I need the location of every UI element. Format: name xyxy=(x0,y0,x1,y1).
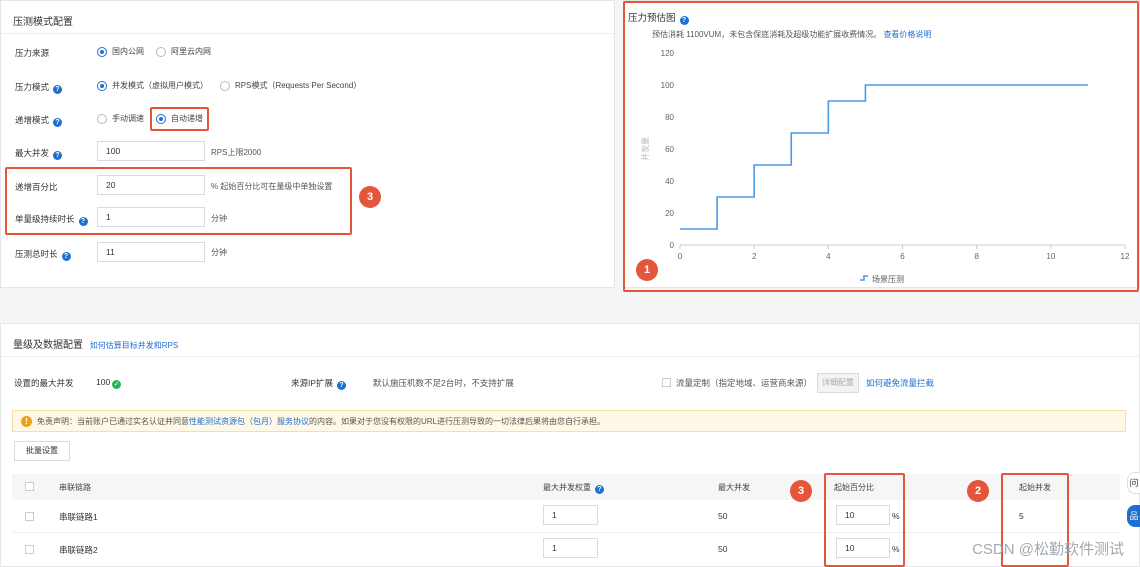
select-all-checkbox[interactable] xyxy=(25,482,34,491)
total-duration-label: 压测总时长? xyxy=(15,248,71,261)
total-duration-input[interactable]: 11 xyxy=(97,242,205,262)
annotation-badge-3: 3 xyxy=(790,480,812,502)
pressure-config-panel: 压测模式配置 压力来源 国内公网 阿里云内网 压力模式? 并发模式（虚拟用户模式… xyxy=(0,0,615,288)
help-icon[interactable]: ? xyxy=(53,151,63,160)
row-max-value: 50 xyxy=(718,544,728,554)
help-icon[interactable]: ? xyxy=(53,118,63,127)
row-divider xyxy=(12,532,1120,533)
disclaimer-notice: ! 免责声明：当前账户已通过实名认证并同意性能测试资源包（包月）服务协议的内容。… xyxy=(12,410,1126,432)
detail-config-button[interactable]: 详细配置 xyxy=(817,373,859,393)
row-max-value: 50 xyxy=(718,511,728,521)
annotation-badge-2: 2 xyxy=(967,480,989,502)
flow-custom-checkbox[interactable] xyxy=(662,378,671,387)
radio-checked-icon xyxy=(97,80,107,91)
mode-option-concurrency[interactable]: 并发模式（虚拟用户模式） xyxy=(97,80,208,91)
set-max-concurrency-value: 100 ✓ xyxy=(96,377,122,389)
estimate-target-link[interactable]: 如何估算目标并发和RPS xyxy=(90,341,178,350)
side-app-tab[interactable]: 品 xyxy=(1127,505,1140,527)
highlight-box-estimate xyxy=(623,1,1139,292)
help-icon[interactable]: ? xyxy=(337,381,347,390)
source-label: 压力来源 xyxy=(15,48,50,58)
help-icon[interactable]: ? xyxy=(53,85,63,94)
row-checkbox[interactable] xyxy=(25,512,34,521)
row-weight-input[interactable]: 1 xyxy=(543,538,598,558)
ramp-label: 递增模式? xyxy=(15,114,63,127)
radio-unchecked-icon xyxy=(156,46,166,57)
row-weight-input[interactable]: 1 xyxy=(543,505,598,525)
batch-settings-button[interactable]: 批量设置 xyxy=(14,441,70,461)
ramp-option-manual[interactable]: 手动调速 xyxy=(97,113,144,124)
annotation-badge-1: 1 xyxy=(636,259,658,281)
annotation-badge-3: 3 xyxy=(359,186,381,208)
level-config-panel: 量级及数据配置 如何估算目标并发和RPS xyxy=(0,323,1140,567)
highlight-box-auto-ramp xyxy=(150,107,209,131)
highlight-box-start-percent xyxy=(824,473,905,567)
help-icon[interactable]: ? xyxy=(595,485,604,494)
column-header-max: 最大并发 xyxy=(718,483,750,492)
row-chain-name: 串联链路2 xyxy=(59,545,98,555)
highlight-box-ramp-settings xyxy=(5,167,352,235)
ip-expand-label: 来源IP扩展? xyxy=(291,377,347,390)
divider xyxy=(1,356,1139,357)
radio-checked-icon xyxy=(97,46,107,57)
max-concurrency-label: 最大并发? xyxy=(15,147,63,160)
watermark: CSDN @松勤软件测试 xyxy=(972,541,1124,558)
column-header-chain: 串联链路 xyxy=(59,483,91,492)
pressure-config-title: 压测模式配置 xyxy=(13,17,73,28)
set-max-concurrency-label: 设置的最大并发 xyxy=(14,378,74,388)
ip-expand-text: 默认施压机数不足2台时，不支持扩展 xyxy=(373,378,514,388)
total-duration-hint: 分钟 xyxy=(211,248,227,257)
help-icon[interactable]: ? xyxy=(61,252,71,261)
column-header-weight: 最大并发权重? xyxy=(543,482,604,494)
level-config-title: 量级及数据配置 如何估算目标并发和RPS xyxy=(13,340,179,351)
radio-unchecked-icon xyxy=(97,113,107,124)
max-concurrency-hint: RPS上限2000 xyxy=(211,148,262,157)
row-checkbox[interactable] xyxy=(25,545,34,554)
flow-custom-label: 流量定制（指定地域、运营商来源） xyxy=(676,378,813,388)
row-chain-name: 串联链路1 xyxy=(59,512,98,522)
max-concurrency-input[interactable]: 100 xyxy=(97,141,205,161)
mode-option-rps[interactable]: RPS模式（Requests Per Second） xyxy=(220,80,361,91)
check-icon: ✓ xyxy=(112,380,122,389)
source-option-intranet[interactable]: 阿里云内网 xyxy=(156,46,211,57)
mode-label: 压力模式? xyxy=(15,81,63,94)
radio-unchecked-icon xyxy=(220,80,230,91)
side-help-tab[interactable]: 问 xyxy=(1127,472,1140,494)
service-agreement-link[interactable]: 性能测试资源包（包月）服务协议 xyxy=(189,417,309,426)
warning-icon: ! xyxy=(21,416,32,427)
source-option-public[interactable]: 国内公网 xyxy=(97,46,144,57)
flow-intercept-link[interactable]: 如何避免流量拦截 xyxy=(866,377,934,389)
divider xyxy=(1,33,614,34)
